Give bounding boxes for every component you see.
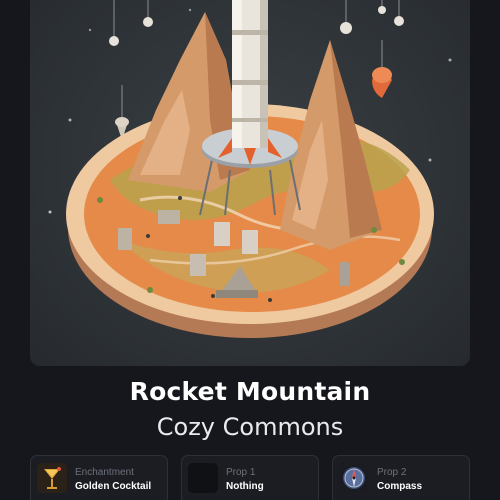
slot-kind: Prop 1	[226, 467, 256, 478]
compass-icon	[339, 463, 369, 493]
card-page: Rocket Mountain Cozy Commons Enchantment…	[0, 0, 500, 500]
slot-name: Compass	[377, 481, 423, 492]
slot-prop-1[interactable]: Prop 1 Nothing	[181, 455, 319, 500]
slot-kind: Prop 2	[377, 467, 407, 478]
slot-kind: Enchantment	[75, 467, 134, 478]
equipment-slots: Enchantment Golden Cocktail Prop 1 Nothi…	[30, 455, 470, 500]
rocket-mountain-illustration	[48, 0, 452, 338]
card-subtitle: Cozy Commons	[156, 413, 344, 441]
slot-name: Nothing	[226, 481, 264, 492]
slot-prop-2[interactable]: Prop 2 Compass	[332, 455, 470, 500]
hero-image	[30, 0, 470, 366]
slot-name: Golden Cocktail	[75, 481, 152, 492]
card-title: Rocket Mountain	[129, 377, 371, 406]
slot-enchantment[interactable]: Enchantment Golden Cocktail	[30, 455, 168, 500]
cocktail-icon	[37, 463, 67, 493]
empty-slot-icon	[188, 463, 218, 493]
